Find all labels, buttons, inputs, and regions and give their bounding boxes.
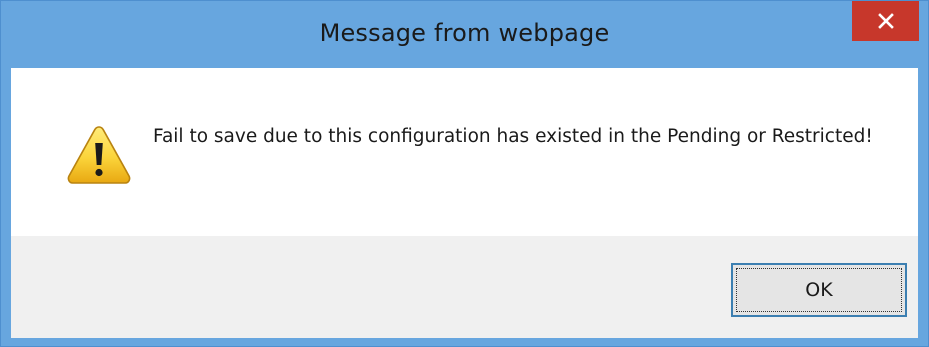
close-button[interactable] bbox=[852, 1, 919, 41]
ok-button-label: OK bbox=[736, 268, 902, 312]
button-bar: OK bbox=[11, 236, 918, 338]
warning-icon bbox=[67, 126, 131, 184]
ok-button[interactable]: OK bbox=[731, 263, 907, 317]
close-icon bbox=[877, 13, 894, 29]
message-text: Fail to save due to this configuration h… bbox=[153, 126, 873, 147]
title-bar[interactable]: Message from webpage bbox=[1, 1, 928, 68]
message-area: Fail to save due to this configuration h… bbox=[11, 68, 918, 236]
dialog-body: Fail to save due to this configuration h… bbox=[11, 68, 918, 338]
message-dialog: Message from webpage Fail to save due to… bbox=[0, 0, 929, 347]
dialog-title: Message from webpage bbox=[319, 19, 610, 47]
